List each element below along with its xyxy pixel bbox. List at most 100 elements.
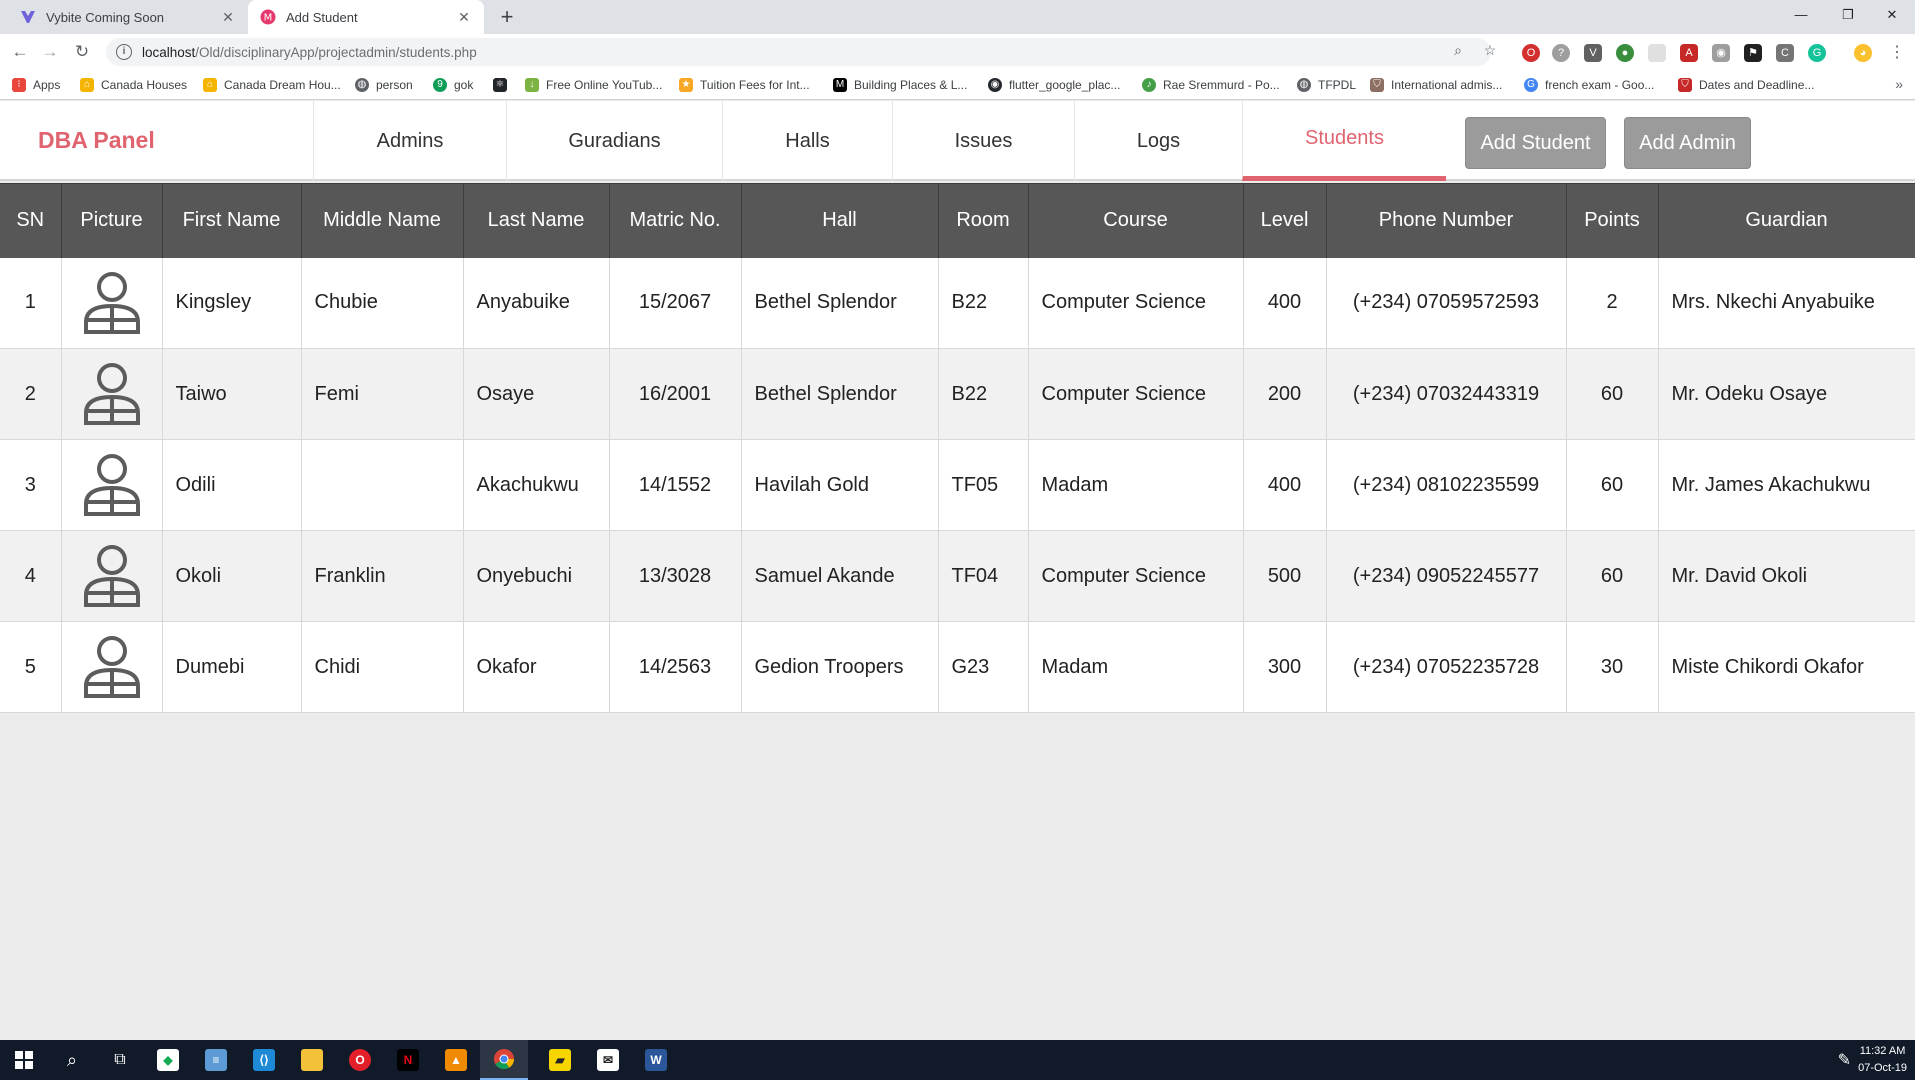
bookmark-item[interactable]: ◉ flutter_google_plac... [988, 76, 1120, 94]
close-tab-icon[interactable]: ✕ [456, 9, 472, 26]
bookmark-star-icon[interactable]: ☆ [1480, 40, 1500, 60]
table-header-row: SN Picture First Name Middle Name Last N… [0, 183, 1915, 258]
task-view-icon[interactable]: ⧉ [96, 1040, 144, 1080]
menu-dots-icon[interactable]: ⋮ [1888, 44, 1906, 62]
restore-icon[interactable]: ❐ [1825, 0, 1871, 30]
add-admin-button[interactable]: Add Admin [1624, 117, 1751, 169]
globe-extension-icon[interactable]: ● [1616, 44, 1634, 62]
cell-phone: (+234) 07052235728 [1326, 621, 1567, 713]
bookmark-item[interactable]: ◍ person [355, 76, 413, 94]
bookmark-item[interactable]: G french exam - Goo... [1524, 76, 1654, 94]
user-avatar-icon[interactable] [81, 543, 143, 609]
cell-first-name: Okoli [162, 530, 302, 622]
cell-picture [61, 530, 163, 622]
bookmark-item[interactable]: 9 gok [433, 76, 473, 94]
nav-issues[interactable]: Issues [892, 101, 1074, 181]
bookmark-item[interactable]: ⌂ Canada Houses [80, 76, 187, 94]
bookmark-item[interactable]: ⛉ International admis... [1370, 76, 1502, 94]
close-tab-icon[interactable]: ✕ [220, 9, 236, 26]
user-avatar-icon[interactable] [81, 361, 143, 427]
table-row[interactable]: 5 Dumebi Chidi Okafor 14/2563 Gedion Tro… [0, 621, 1915, 713]
add-student-button[interactable]: Add Student [1465, 117, 1606, 169]
notepad-icon[interactable]: ≡ [192, 1040, 240, 1080]
back-arrow-icon[interactable]: ← [8, 40, 32, 64]
tab-title: Vybite Coming Soon [46, 9, 165, 25]
nav-halls[interactable]: Halls [722, 101, 892, 181]
system-clock[interactable]: 11:32 AM 07-Oct-19 [1858, 1043, 1907, 1077]
opera-icon[interactable]: O [336, 1040, 384, 1080]
windows-start-icon[interactable] [0, 1040, 48, 1080]
nav-logs[interactable]: Logs [1074, 101, 1242, 181]
app-navbar: DBA Panel Admins Guradians Halls Issues … [0, 101, 1915, 181]
info-icon[interactable]: i [116, 44, 132, 60]
sticky-notes-icon[interactable]: ▰ [536, 1040, 584, 1080]
bookmark-label: Canada Dream Hou... [224, 78, 341, 92]
cell-room: B22 [938, 257, 1029, 349]
camera-extension-icon[interactable]: ◉ [1712, 44, 1730, 62]
browser-tab[interactable]: Vybite Coming Soon ✕ [8, 0, 248, 34]
minimize-icon[interactable]: — [1778, 0, 1824, 30]
bookmark-item[interactable]: ★ Tuition Fees for Int... [679, 76, 810, 94]
mongodb-icon[interactable]: ◆ [144, 1040, 192, 1080]
user-avatar-icon[interactable] [81, 270, 143, 336]
mail-icon[interactable]: ✉ [584, 1040, 632, 1080]
shield-extension-icon[interactable]: ? [1552, 44, 1570, 62]
forward-arrow-icon[interactable]: → [38, 40, 62, 64]
cell-level: 300 [1243, 621, 1327, 713]
crest-icon: ⛉ [1678, 78, 1692, 92]
vue-extension-icon[interactable]: V [1584, 44, 1602, 62]
nav-guardians[interactable]: Guradians [506, 101, 722, 181]
address-bar[interactable]: i localhost/Old/disciplinaryApp/projecta… [106, 38, 1491, 66]
search-icon[interactable]: ⌕ [48, 1040, 96, 1080]
cell-sn: 1 [0, 257, 62, 349]
more-bookmarks-icon[interactable]: » [1895, 76, 1903, 92]
word-icon[interactable]: W [632, 1040, 680, 1080]
cell-first-name: Odili [162, 439, 302, 531]
cell-middle-name [301, 439, 464, 531]
g-icon: 9 [433, 78, 447, 92]
cell-matric: 15/2067 [609, 257, 742, 349]
bookmark-item[interactable]: ⚛ [493, 76, 514, 94]
reload-icon[interactable]: ↻ [70, 40, 94, 64]
cell-matric: 14/1552 [609, 439, 742, 531]
user-avatar-icon[interactable] [81, 452, 143, 518]
chrome-icon[interactable] [480, 1040, 528, 1080]
cell-last-name: Onyebuchi [463, 530, 610, 622]
brand-logo[interactable]: DBA Panel [38, 127, 155, 154]
browser-tab-active[interactable]: M Add Student ✕ [248, 0, 484, 34]
bookmark-item[interactable]: M Building Places & L... [833, 76, 967, 94]
table-row[interactable]: 1 Kingsley Chubie Anyabuike 15/2067 Beth… [0, 257, 1915, 349]
vscode-icon[interactable]: ⟨⟩ [240, 1040, 288, 1080]
bookmark-item[interactable]: ↓ Free Online YouTub... [525, 76, 662, 94]
new-tab-button[interactable]: + [494, 4, 520, 30]
react-icon: ⚛ [493, 78, 507, 92]
pdf-extension-icon[interactable]: A [1680, 44, 1698, 62]
vlc-icon[interactable]: ▲ [432, 1040, 480, 1080]
cell-picture [61, 348, 163, 440]
c-extension-icon[interactable]: C [1776, 44, 1794, 62]
bookmark-item[interactable]: ⌂ Canada Dream Hou... [203, 76, 341, 94]
table-row[interactable]: 3 Odili Akachukwu 14/1552 Havilah Gold T… [0, 439, 1915, 531]
netflix-icon[interactable]: N [384, 1040, 432, 1080]
bookmark-item[interactable]: ♪ Rae Sremmurd - Po... [1142, 76, 1280, 94]
opera-extension-icon[interactable]: O [1522, 44, 1540, 62]
bookmark-item[interactable]: ⛉ Dates and Deadline... [1678, 76, 1814, 94]
bookmark-item[interactable]: ◍ TFPDL [1297, 76, 1356, 94]
file-explorer-icon[interactable] [288, 1040, 336, 1080]
nav-students[interactable]: Students [1242, 101, 1446, 181]
table-row[interactable]: 4 Okoli Franklin Onyebuchi 13/3028 Samue… [0, 530, 1915, 622]
blank-extension-icon[interactable] [1648, 44, 1666, 62]
close-window-icon[interactable]: ✕ [1869, 0, 1915, 30]
nav-admins[interactable]: Admins [313, 101, 506, 181]
profile-avatar-icon[interactable]: ◕ [1854, 44, 1872, 62]
pen-icon[interactable]: ✎ [1838, 1050, 1851, 1070]
bookmark-item[interactable]: ⁝ Apps [12, 76, 60, 94]
grammarly-icon[interactable]: G [1808, 44, 1826, 62]
user-avatar-icon[interactable] [81, 634, 143, 700]
flag-extension-icon[interactable]: ⚑ [1744, 44, 1762, 62]
zoom-icon[interactable]: ⌕ [1448, 40, 1468, 60]
table-row[interactable]: 2 Taiwo Femi Osaye 16/2001 Bethel Splend… [0, 348, 1915, 440]
cell-guardian: Mr. David Okoli [1658, 530, 1915, 622]
column-header: Course [1028, 183, 1244, 258]
cell-level: 200 [1243, 348, 1327, 440]
